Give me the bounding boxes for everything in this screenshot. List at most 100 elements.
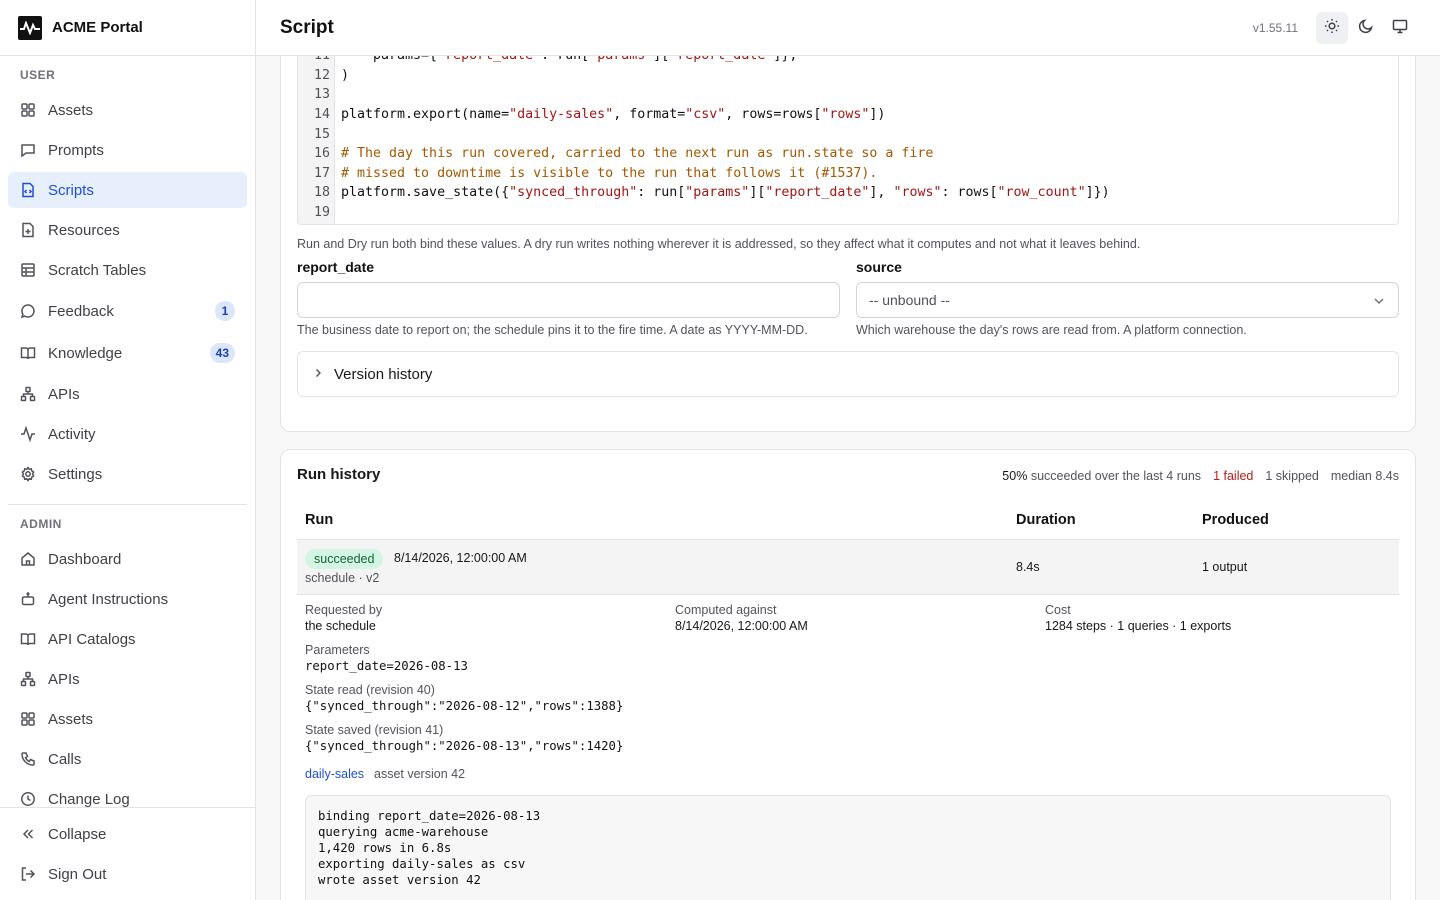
- sidebar-item-label: Resources: [48, 221, 120, 239]
- table-row[interactable]: succeeded 8/14/2026, 12:00:00 AM schedul…: [297, 539, 1399, 595]
- sidebar-item-label: Feedback: [48, 302, 114, 320]
- version-history-label: Version history: [334, 365, 433, 383]
- phone-icon: [20, 751, 36, 767]
- sidebar-item-dashboard[interactable]: Dashboard: [8, 541, 247, 577]
- report-date-label: report_date: [297, 259, 375, 275]
- page-title: Script: [280, 16, 334, 38]
- sidebar-item-calls[interactable]: Calls: [8, 741, 247, 777]
- run-time: 8/14/2026, 12:00:00 AM: [394, 551, 527, 565]
- sidebar-item-prompts[interactable]: Prompts: [8, 132, 247, 168]
- column-header-run: Run: [305, 512, 334, 528]
- state-read-value: {"synced_through":"2026-08-12","rows":13…: [305, 699, 624, 713]
- sidebar-item-settings[interactable]: Settings: [8, 456, 247, 492]
- status-badge: succeeded: [305, 549, 384, 569]
- sidebar-item-resources[interactable]: Resources: [8, 212, 247, 248]
- line-number: 14: [313, 106, 330, 122]
- state-saved-value: {"synced_through":"2026-08-13","rows":14…: [305, 739, 624, 753]
- user-section-label: USER: [20, 68, 56, 82]
- file-plus-icon: [20, 222, 36, 238]
- message-square-icon: [20, 142, 36, 158]
- success-rate-text: succeeded over the last 4 runs: [1030, 469, 1202, 483]
- computed-against-value: 8/14/2026, 12:00:00 AM: [675, 619, 808, 633]
- source-select[interactable]: -- unbound --: [856, 282, 1399, 318]
- sidebar-item-scratch-tables[interactable]: Scratch Tables: [8, 252, 247, 288]
- sidebar-item-assets[interactable]: Assets: [8, 92, 247, 128]
- sign-out-button[interactable]: Sign Out: [8, 856, 247, 892]
- sidebar-item-admin-assets[interactable]: Assets: [8, 701, 247, 737]
- parameters-label: Parameters: [305, 643, 370, 657]
- code-token: platform.export(name=: [341, 106, 510, 122]
- collapse-button[interactable]: Collapse: [8, 816, 247, 852]
- sidebar-item-label: Knowledge: [48, 344, 123, 362]
- sun-icon: [1324, 18, 1340, 37]
- requested-by-label: Requested by: [305, 603, 383, 617]
- sidebar-item-admin-apis[interactable]: APIs: [8, 661, 247, 697]
- sidebar-item-knowledge[interactable]: Knowledge 43: [8, 335, 247, 371]
- brand[interactable]: ACME Portal: [0, 0, 255, 56]
- sidebar-item-api-catalogs[interactable]: API Catalogs: [8, 621, 247, 657]
- run-duration: 8.4s: [1016, 560, 1040, 574]
- dark-theme-button[interactable]: [1350, 12, 1382, 44]
- monitor-icon: [1392, 18, 1408, 37]
- sidebar-item-label: Dashboard: [48, 550, 122, 568]
- grid-icon: [20, 102, 36, 118]
- sidebar-item-label: Scripts: [48, 181, 94, 199]
- code-token: ): [341, 67, 350, 83]
- code-line: 16 # The day this run covered, carried to…: [298, 144, 1398, 164]
- sidebar-item-label: APIs: [48, 385, 80, 403]
- sidebar-item-agent-instructions[interactable]: Agent Instructions: [8, 581, 247, 617]
- code-line: 14 platform.export(name="daily-sales", fo…: [298, 105, 1398, 125]
- code-token: ][: [653, 56, 669, 63]
- report-date-input[interactable]: [297, 282, 840, 318]
- code-token: ]},: [773, 56, 797, 63]
- column-header-produced: Produced: [1202, 512, 1269, 528]
- code-string: "row_count": [997, 185, 1086, 201]
- code-comment: # missed to downtime is visible to the r…: [341, 165, 878, 181]
- grid-icon: [20, 711, 36, 727]
- code-token: ]): [869, 106, 886, 122]
- code-token: , rows=rows[: [725, 106, 822, 122]
- code-token: ]}): [1085, 185, 1110, 201]
- log-line: querying acme-warehouse: [318, 825, 489, 839]
- code-string: "params": [589, 56, 653, 63]
- sidebar-item-activity[interactable]: Activity: [8, 416, 247, 452]
- success-rate: 50% succeeded over the last 4 runs: [1002, 469, 1201, 483]
- version-history-toggle[interactable]: Version history: [297, 351, 1399, 397]
- line-number: 12: [313, 67, 330, 83]
- system-theme-button[interactable]: [1384, 12, 1416, 44]
- sidebar-item-apis[interactable]: APIs: [8, 376, 247, 412]
- sidebar-item-label: Calls: [48, 750, 82, 768]
- collapse-label: Collapse: [48, 825, 107, 843]
- code-editor[interactable]: 10 ),11 params={"report_date": run["para…: [297, 56, 1399, 225]
- code-token: ],: [869, 185, 894, 201]
- sidebar-item-scripts[interactable]: Scripts: [8, 172, 247, 208]
- line-content: platform.export(name="daily-sales", form…: [341, 105, 885, 125]
- gear-icon: [20, 466, 36, 482]
- sign-out-label: Sign Out: [48, 865, 107, 883]
- source-select-value: -- unbound --: [869, 292, 950, 308]
- line-number: 18: [313, 185, 330, 201]
- line-content: # The day this run covered, carried to t…: [341, 144, 933, 164]
- cost-label: Cost: [1045, 603, 1071, 617]
- code-token: ][: [749, 185, 766, 201]
- sidebar-item-label: Settings: [48, 465, 103, 483]
- sidebar-item-label: Assets: [48, 101, 94, 119]
- code-token: platform.save_state({: [341, 185, 510, 201]
- light-theme-button[interactable]: [1316, 11, 1348, 44]
- sidebar-item-feedback[interactable]: Feedback 1: [8, 293, 247, 329]
- sidebar-item-label: Agent Instructions: [48, 590, 169, 608]
- computed-against-label: Computed against: [675, 603, 777, 617]
- sidebar-item-label: Scratch Tables: [48, 261, 147, 279]
- log-line: binding report_date=2026-08-13: [318, 809, 541, 823]
- home-icon: [20, 551, 36, 567]
- asset-link[interactable]: daily-sales: [305, 767, 364, 781]
- code-token: params={: [341, 56, 437, 63]
- params-note: Run and Dry run both bind these values. …: [297, 237, 1141, 251]
- asset-version: asset version 42: [374, 767, 466, 781]
- code-string: "params": [685, 185, 750, 201]
- clock-icon: [20, 791, 36, 807]
- run-history-card: Run history 50% succeeded over the last …: [280, 449, 1416, 900]
- line-number: 11: [298, 56, 330, 66]
- sidebar: ACME Portal USER Assets Prompts Scripts …: [0, 0, 256, 900]
- code-line: 17 # missed to downtime is visible to the…: [298, 164, 1398, 184]
